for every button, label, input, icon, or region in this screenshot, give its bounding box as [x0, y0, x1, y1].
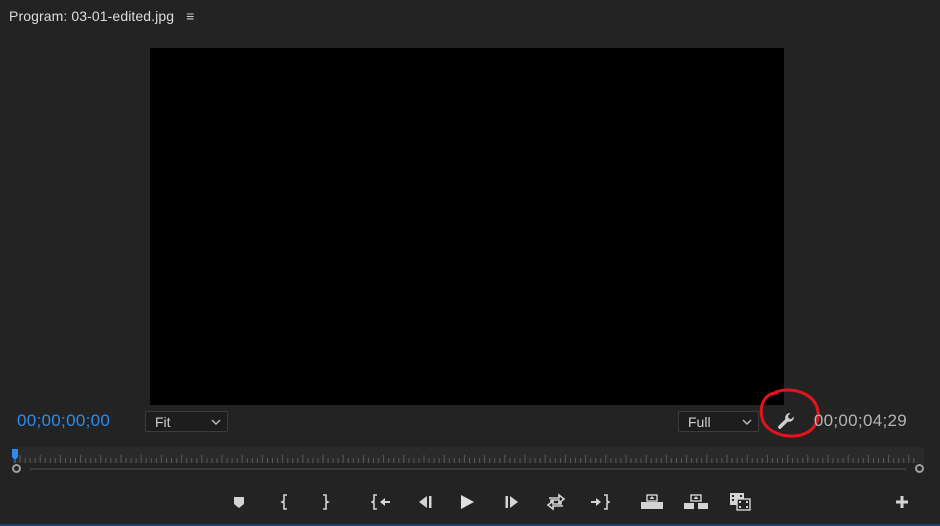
go-to-in-button[interactable] [368, 488, 394, 516]
hamburger-menu-icon[interactable]: ≡ [186, 9, 194, 23]
panel-header: Program: 03-01-edited.jpg ≡ [0, 0, 194, 32]
play-button[interactable] [454, 488, 480, 516]
add-marker-button[interactable] [226, 488, 252, 516]
zoom-level-dropdown[interactable]: Fit [145, 411, 228, 432]
mark-in-icon [280, 494, 287, 510]
extract-button[interactable] [683, 488, 709, 516]
lift-icon [641, 494, 663, 509]
chevron-down-icon [211, 419, 221, 425]
go-to-out-button[interactable] [587, 488, 613, 516]
zoom-scrollbar-left-handle[interactable] [12, 464, 21, 473]
go-to-in-icon [371, 494, 390, 510]
resolution-value: Full [688, 413, 711, 430]
time-ruler-ticks [12, 447, 924, 463]
zoom-scrollbar-track [30, 468, 906, 470]
export-frame-button[interactable] [727, 488, 753, 516]
button-editor-button[interactable] [889, 488, 915, 516]
duration-timecode: 00;00;04;29 [813, 411, 907, 430]
lift-button[interactable] [639, 488, 665, 516]
extract-icon [684, 494, 708, 509]
mark-in-button[interactable] [272, 488, 298, 516]
time-ruler[interactable] [12, 447, 924, 463]
step-back-button[interactable] [412, 488, 438, 516]
go-to-out-button[interactable] [543, 488, 569, 516]
zoom-scrollbar-right-handle[interactable] [915, 464, 924, 473]
step-forward-icon [505, 496, 518, 508]
marker-icon [234, 497, 244, 508]
video-viewer[interactable] [150, 48, 784, 405]
step-back-icon [419, 496, 432, 508]
step-forward-button[interactable] [499, 488, 525, 516]
loop-icon [546, 493, 566, 511]
wrench-icon[interactable] [775, 410, 797, 432]
chevron-down-icon [742, 419, 752, 425]
panel-title[interactable]: Program: 03-01-edited.jpg [9, 8, 174, 24]
camera-icon [730, 493, 751, 511]
play-icon [461, 495, 474, 509]
playback-resolution-dropdown[interactable]: Full [678, 411, 759, 432]
mark-out-button[interactable] [312, 488, 338, 516]
mark-out-icon [323, 494, 330, 510]
program-monitor-panel: Program: 03-01-edited.jpg ≡ 00;00;00;00 … [0, 0, 940, 526]
current-timecode[interactable]: 00;00;00;00 [17, 411, 110, 431]
zoom-level-value: Fit [155, 413, 171, 430]
transport-controls [0, 488, 940, 516]
plus-icon [896, 496, 908, 508]
zoom-scrollbar[interactable] [12, 463, 924, 477]
go-to-out-icon [591, 494, 610, 510]
